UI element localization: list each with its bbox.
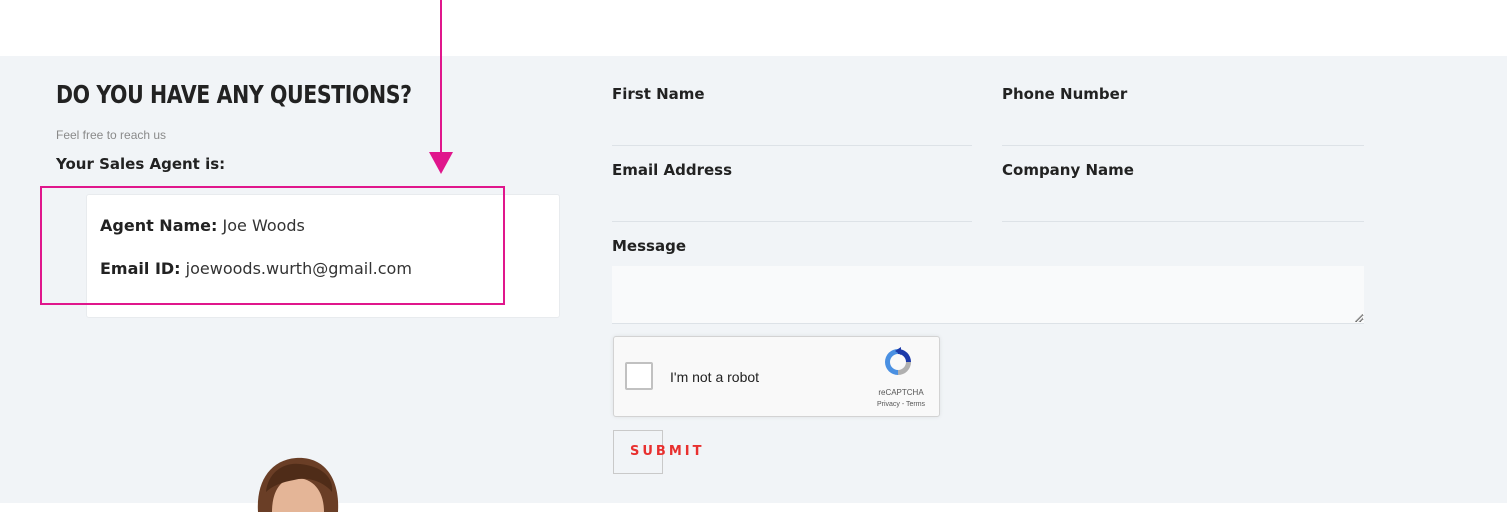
agent-section-label: Your Sales Agent is: [56, 155, 226, 173]
annotation-arrow-line [440, 0, 442, 152]
page-title: DO YOU HAVE ANY QUESTIONS? [56, 80, 412, 109]
company-name-label: Company Name [1002, 161, 1134, 179]
resize-handle-icon[interactable] [1355, 314, 1363, 322]
arrow-down-icon [429, 152, 453, 174]
recaptcha-label: I'm not a robot [670, 369, 760, 385]
email-address-field[interactable] [612, 194, 972, 222]
company-name-field[interactable] [1002, 194, 1364, 222]
avatar [257, 457, 339, 512]
first-name-field[interactable] [612, 118, 972, 146]
submit-label: SUBMIT [630, 444, 705, 459]
phone-number-field[interactable] [1002, 118, 1364, 146]
email-address-label: Email Address [612, 161, 733, 179]
message-label: Message [612, 237, 686, 255]
annotation-highlight-box [40, 186, 505, 305]
recaptcha-checkbox[interactable] [625, 362, 653, 390]
phone-number-label: Phone Number [1002, 85, 1128, 103]
recaptcha-privacy-terms[interactable]: Privacy - Terms [866, 401, 936, 408]
message-field[interactable] [612, 266, 1364, 324]
first-name-label: First Name [612, 85, 705, 103]
subtitle: Feel free to reach us [56, 128, 167, 142]
recaptcha-brand: reCAPTCHA [878, 388, 924, 397]
recaptcha-logo-icon [885, 347, 911, 375]
